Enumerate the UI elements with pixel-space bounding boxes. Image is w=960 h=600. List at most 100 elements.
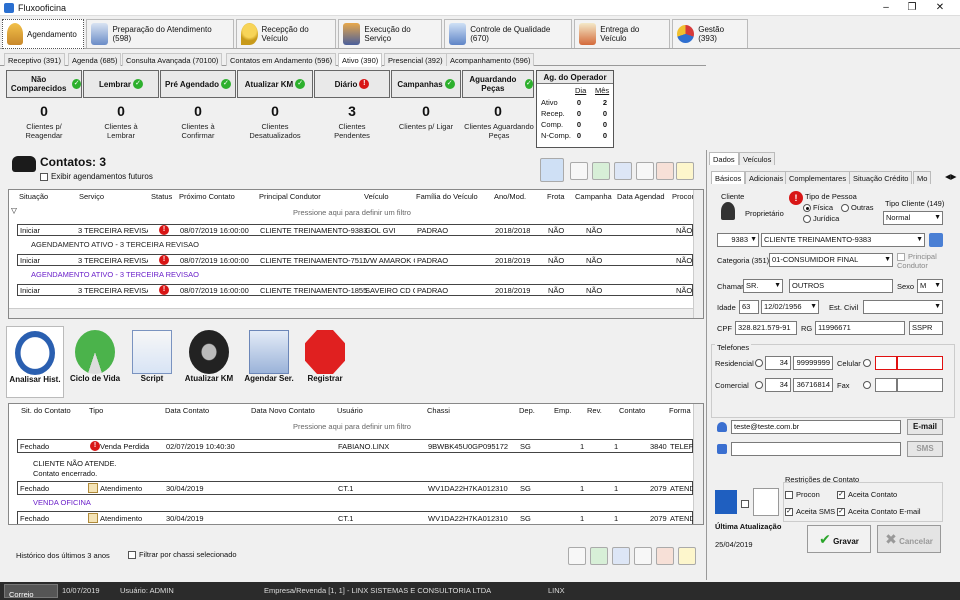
- summary-nao-comparecidos[interactable]: Não Comparecidos ✓: [6, 70, 82, 98]
- col-header[interactable]: Serviço: [79, 190, 104, 203]
- tab-situacao-credito[interactable]: Situação Crédito: [849, 171, 913, 184]
- col-header[interactable]: Campanha: [575, 190, 612, 203]
- fax-num-field[interactable]: [897, 378, 943, 392]
- accessibility-checkbox[interactable]: [741, 500, 749, 508]
- table-row[interactable]: Iniciar 3 TERCEIRA REVISA ! 08/07/2019 1…: [17, 254, 693, 266]
- atualizar-km-button[interactable]: Atualizar KM: [180, 326, 238, 398]
- sms-field[interactable]: [731, 442, 901, 456]
- export-icon[interactable]: [568, 547, 586, 565]
- future-schedules-checkbox[interactable]: Exibir agendamentos futuros: [40, 172, 153, 181]
- document-icon[interactable]: [676, 162, 694, 180]
- excel-icon[interactable]: [592, 162, 610, 180]
- summary-atualizar-km[interactable]: Atualizar KM ✓: [237, 70, 313, 98]
- res-num-field[interactable]: 99999999: [793, 356, 833, 370]
- print-icon[interactable]: [636, 162, 654, 180]
- script-button[interactable]: Script: [126, 326, 178, 398]
- registrar-button[interactable]: Registrar: [300, 326, 350, 398]
- cpf-field[interactable]: 328.821.579-91: [735, 321, 797, 335]
- estcivil-select[interactable]: ▼: [863, 300, 943, 314]
- col-header[interactable]: Frota: [547, 190, 565, 203]
- com-num-field[interactable]: 36716814: [793, 378, 833, 392]
- gravar-button[interactable]: ✔ Gravar: [807, 525, 871, 553]
- cliente-code-select[interactable]: 9383 ▼: [717, 233, 759, 247]
- email-field[interactable]: teste@teste.com.br: [731, 420, 901, 434]
- col-header[interactable]: Contato: [619, 404, 645, 417]
- radio-fisica[interactable]: Física: [803, 203, 833, 213]
- subtab-contatos[interactable]: Contatos em Andamento (596): [226, 53, 337, 66]
- rg-field[interactable]: 11996671: [815, 321, 905, 335]
- categoria-select[interactable]: 01-CONSUMIDOR FINAL ▼: [769, 253, 893, 267]
- cel-num-field[interactable]: [897, 356, 943, 370]
- radio-outras[interactable]: Outras: [841, 203, 874, 213]
- procon-checkbox[interactable]: Procon: [785, 490, 820, 500]
- tab-complementares[interactable]: Complementares: [785, 171, 851, 184]
- tab-veiculos[interactable]: Veículos: [739, 152, 776, 165]
- email-button[interactable]: E-mail: [907, 419, 943, 435]
- tab-preparacao[interactable]: Preparação do Atendimento (598): [86, 19, 234, 48]
- col-header[interactable]: Data Agendad: [617, 190, 665, 203]
- table-row[interactable]: Fechado Atendimento 30/04/2019 CT.1 WV1D…: [17, 481, 695, 495]
- tab-scroll-arrows[interactable]: ◀▶: [945, 172, 957, 181]
- minimize-button[interactable]: –: [872, 1, 900, 15]
- res-ddd-field[interactable]: 34: [765, 356, 791, 370]
- table-row[interactable]: Fechado Atendimento 30/04/2019 CT.1 WV1D…: [17, 511, 695, 524]
- tab-mo[interactable]: Mo: [913, 171, 932, 184]
- chamar-select[interactable]: SR. ▼: [743, 279, 783, 293]
- correio-button[interactable]: Correio: [4, 584, 58, 599]
- table-row[interactable]: Iniciar 3 TERCEIRA REVISA ! 08/07/2019 1…: [17, 284, 693, 296]
- subtab-ativo[interactable]: Ativo (390): [338, 53, 383, 67]
- vertical-scrollbar[interactable]: [693, 190, 703, 318]
- col-header[interactable]: Tipo: [89, 404, 103, 417]
- fax-radio[interactable]: [863, 381, 871, 389]
- fax-ddd-field[interactable]: [875, 378, 897, 392]
- cliente-name-select[interactable]: CLIENTE TREINAMENTO-9383 ▼: [761, 233, 925, 247]
- tab-execucao[interactable]: Execução do Serviço: [338, 19, 442, 48]
- vertical-scrollbar[interactable]: [693, 404, 703, 524]
- tipo-cliente-select[interactable]: Normal ▼: [883, 211, 943, 225]
- web-icon[interactable]: [612, 547, 630, 565]
- chamar-text-field[interactable]: OUTROS: [789, 279, 893, 293]
- summary-diario[interactable]: Diário!: [314, 70, 390, 98]
- excel-icon[interactable]: [590, 547, 608, 565]
- analisar-historico-button[interactable]: Analisar Hist.: [6, 326, 64, 398]
- subtab-presencial[interactable]: Presencial (392): [384, 53, 447, 66]
- export-icon[interactable]: [570, 162, 588, 180]
- cancelar-button[interactable]: ✖ Cancelar: [877, 525, 941, 553]
- col-header[interactable]: Status: [151, 190, 172, 203]
- nascimento-date[interactable]: 12/02/1956 ▼: [761, 300, 819, 314]
- col-header[interactable]: Forma: [669, 404, 691, 417]
- aceita-sms-checkbox[interactable]: ✓ Aceita SMS: [785, 507, 835, 517]
- subtab-consulta[interactable]: Consulta Avançada (70100): [122, 53, 223, 66]
- horizontal-scrollbar[interactable]: [9, 308, 693, 318]
- sms-button[interactable]: SMS: [907, 441, 943, 457]
- idade-field[interactable]: 63: [739, 300, 759, 314]
- sexo-select[interactable]: M ▼: [917, 279, 943, 293]
- col-header[interactable]: Situação: [19, 190, 48, 203]
- rg-uf-field[interactable]: SSPR: [909, 321, 943, 335]
- pdf-icon[interactable]: [656, 547, 674, 565]
- filter-hint[interactable]: Pressione aqui para definir um filtro: [9, 208, 695, 217]
- tab-adicionais[interactable]: Adicionais: [745, 171, 788, 184]
- tab-gestao[interactable]: Gestão (393): [672, 19, 748, 48]
- client-search-icon[interactable]: [929, 233, 943, 247]
- document-icon[interactable]: [678, 547, 696, 565]
- col-header[interactable]: Emp.: [554, 404, 572, 417]
- col-header[interactable]: Sit. do Contato: [21, 404, 71, 417]
- col-header[interactable]: Chassi: [427, 404, 450, 417]
- summary-aguardando-pecas[interactable]: Aguardando Peças ✓: [462, 70, 534, 98]
- close-button[interactable]: ✕: [926, 1, 954, 15]
- tab-recepcao[interactable]: Recepção do Veículo: [236, 19, 336, 48]
- summary-campanhas[interactable]: Campanhas ✓: [391, 70, 461, 98]
- summary-lembrar[interactable]: Lembrar ✓: [83, 70, 159, 98]
- agendar-servico-button[interactable]: Agendar Ser.: [240, 326, 298, 398]
- col-header[interactable]: Data Contato: [165, 404, 209, 417]
- col-header[interactable]: Veículo: [364, 190, 389, 203]
- tab-qualidade[interactable]: Controle de Qualidade (670): [444, 19, 572, 48]
- table-row[interactable]: Iniciar 3 TERCEIRA REVISA ! 08/07/2019 1…: [17, 224, 693, 236]
- col-header[interactable]: Principal Condutor: [259, 190, 321, 203]
- aceita-contato-checkbox[interactable]: ✓ Aceita Contato: [837, 490, 897, 500]
- col-header[interactable]: Rev.: [587, 404, 602, 417]
- principal-condutor-checkbox[interactable]: Principal Condutor: [897, 252, 947, 270]
- subtab-acompanhamento[interactable]: Acompanhamento (596): [446, 53, 535, 66]
- cel-ddd-field[interactable]: [875, 356, 897, 370]
